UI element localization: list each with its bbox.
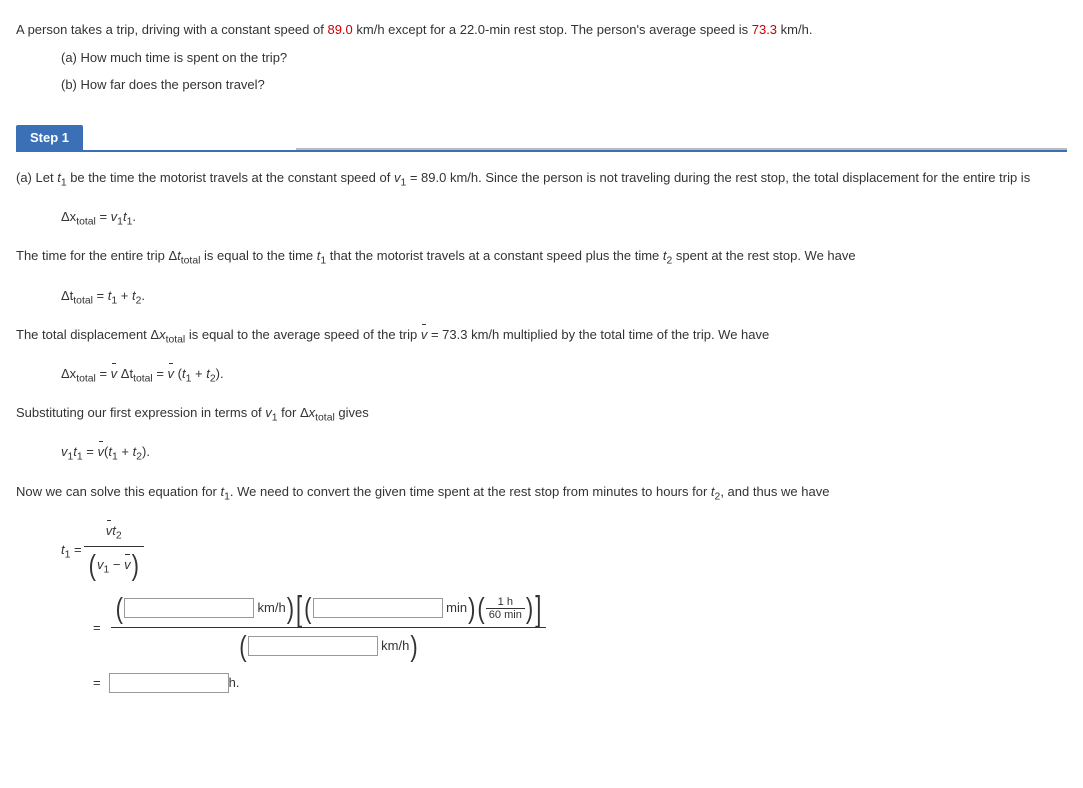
equation-4: v1t1 = v(t1 + t2). xyxy=(16,442,1067,465)
problem-intro: A person takes a trip, driving with a co… xyxy=(16,20,1067,40)
equation-6: = ( km/h)[( min)(1 h60 min)] ( km/h) xyxy=(61,592,1067,663)
line-4: Substituting our first expression in ter… xyxy=(16,403,1067,426)
input-result-hours[interactable] xyxy=(109,673,229,693)
speed-constant: 89.0 xyxy=(327,22,352,37)
input-t2-min[interactable] xyxy=(313,598,443,618)
line-3: The total displacement Δxtotal is equal … xyxy=(16,325,1067,348)
input-vbar[interactable] xyxy=(124,598,254,618)
question-b: (b) How far does the person travel? xyxy=(16,75,1067,95)
speed-average: 73.3 xyxy=(752,22,777,37)
intro-pre: A person takes a trip, driving with a co… xyxy=(16,22,327,37)
unit-hours: h. xyxy=(229,673,240,693)
line-a: (a) Let t1 be the time the motorist trav… xyxy=(16,168,1067,191)
equation-2: Δttotal = t1 + t2. xyxy=(16,286,1067,309)
fraction-symbolic: vt2 (v1 − v) xyxy=(84,521,144,582)
question-a: (a) How much time is spent on the trip? xyxy=(16,48,1067,68)
line-5: Now we can solve this equation for t1. W… xyxy=(16,482,1067,505)
input-denominator[interactable] xyxy=(248,636,378,656)
intro-post: km/h. xyxy=(777,22,812,37)
equation-7: = h. xyxy=(61,673,1067,693)
equation-1: Δxtotal = v1t1. xyxy=(16,207,1067,230)
fraction-numeric: ( km/h)[( min)(1 h60 min)] ( km/h) xyxy=(111,592,547,663)
equation-5: t1 = vt2 (v1 − v) xyxy=(61,521,1067,582)
step-divider: Step 1 xyxy=(16,125,1067,153)
step-body: (a) Let t1 be the time the motorist trav… xyxy=(16,168,1067,693)
unit-conversion-fraction: 1 h60 min xyxy=(486,596,525,621)
equation-3: Δxtotal = v Δttotal = v (t1 + t2). xyxy=(16,364,1067,387)
step-header: Step 1 xyxy=(16,125,83,151)
problem-statement: A person takes a trip, driving with a co… xyxy=(16,20,1067,95)
intro-mid: km/h except for a 22.0-min rest stop. Th… xyxy=(353,22,752,37)
line-2: The time for the entire trip Δttotal is … xyxy=(16,246,1067,269)
